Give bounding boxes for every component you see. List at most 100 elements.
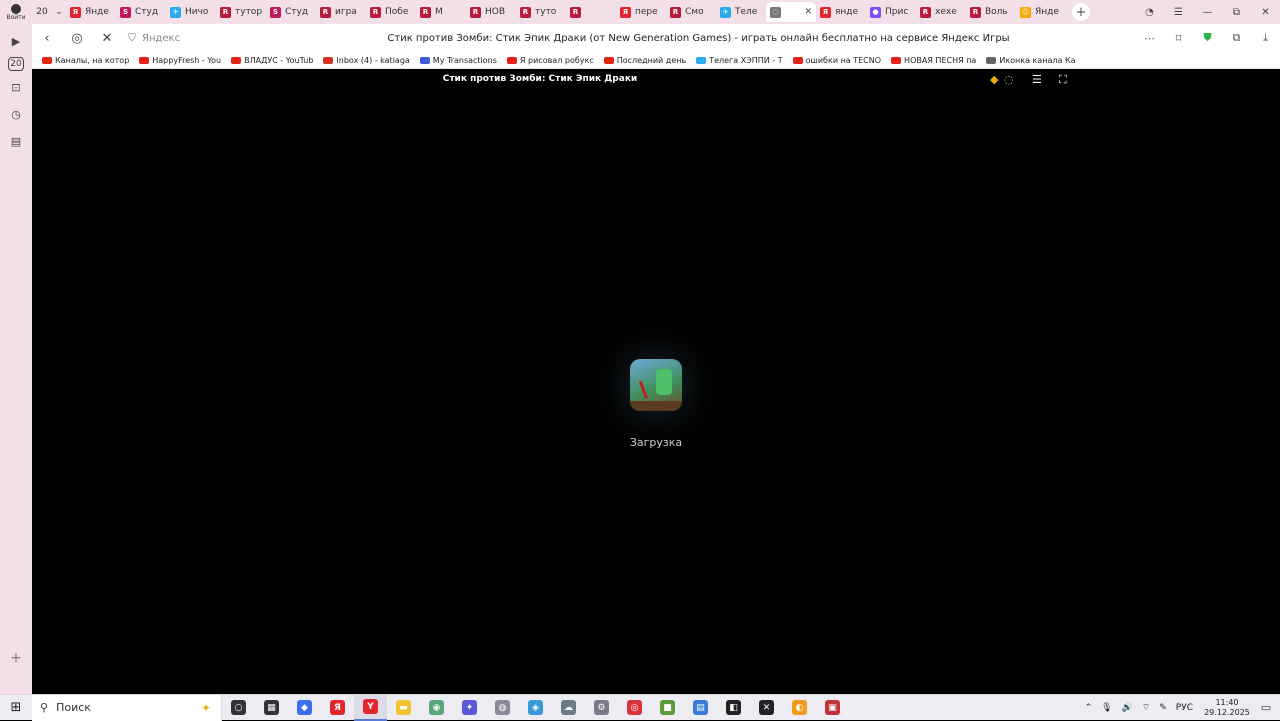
tab-label: пере — [635, 7, 658, 17]
taskbar-app-minecraft[interactable]: ■ — [651, 695, 684, 721]
bookmark-item[interactable]: Я рисовал робукс — [506, 56, 594, 65]
browser-tab[interactable]: S Студ — [116, 2, 166, 22]
taskbar-app-app-tools[interactable]: ⚙ — [585, 695, 618, 721]
browser-tab[interactable]: R Смо — [666, 2, 716, 22]
browser-tab[interactable]: ◌ ✕ — [766, 2, 816, 22]
start-button[interactable]: ⊞ — [0, 695, 32, 721]
taskbar-app-cortana[interactable]: ○ — [222, 695, 255, 721]
microphone-icon[interactable]: 🎙 — [1101, 703, 1112, 713]
tab-label: Студ — [135, 7, 159, 17]
site-icon[interactable]: ◎ — [62, 24, 92, 52]
browser-tab[interactable]: Япере — [616, 2, 666, 22]
restore-button[interactable]: ⧉ — [1222, 7, 1251, 18]
chevron-down-icon[interactable]: ⌄ — [52, 0, 66, 24]
download-icon[interactable]: ⤓ — [1251, 31, 1280, 45]
bookmark-item[interactable]: Последний день — [603, 56, 686, 65]
tabs-badge[interactable]: 20 — [8, 57, 24, 71]
taskbar-app-app-orange[interactable]: ◐ — [783, 695, 816, 721]
volume-icon[interactable]: 🔊 — [1122, 703, 1133, 713]
more-icon[interactable]: ⋯ — [1135, 32, 1164, 45]
bookmark-item[interactable]: Иконка канала Ка — [986, 56, 1076, 65]
collections-icon[interactable]: ⧉ — [1222, 31, 1251, 45]
tab-favicon-icon: R — [670, 6, 681, 18]
taskbar-app-yandex[interactable]: Я — [321, 695, 354, 721]
copilot-icon[interactable]: ✦ — [201, 701, 211, 715]
browser-tab[interactable]: R НОВ — [466, 2, 516, 22]
bookmark-item[interactable]: ошибки на ТЕСNО — [792, 56, 881, 65]
bookmark-label: Телега ХЭППИ - Т — [709, 55, 783, 65]
tab-label: Янде — [85, 7, 109, 17]
taskbar-app-app-cloud[interactable]: ☁ — [552, 695, 585, 721]
tab-count-badge[interactable]: 20 — [32, 0, 52, 24]
clock[interactable]: 11:40 29.12.2025 — [1202, 698, 1252, 718]
taskbar-app-app-gray[interactable]: ◍ — [486, 695, 519, 721]
profile-button[interactable]: Войти — [0, 0, 32, 24]
taskbar-app-explorer[interactable]: ▬ — [387, 695, 420, 721]
browser-tab[interactable]: RМ — [416, 2, 466, 22]
taskbar-app-app-blue[interactable]: ◆ — [288, 695, 321, 721]
browser-tab[interactable]: Яянде — [816, 2, 866, 22]
tab-label: Воль — [985, 7, 1008, 17]
add-panel-button[interactable]: + — [5, 650, 27, 666]
menu-icon[interactable]: ☰ — [1164, 7, 1193, 18]
yan-icon[interactable]: ◆ — [990, 73, 998, 86]
bookmark-item[interactable]: Каналы, на котор — [42, 56, 129, 65]
browser-tab[interactable]: ☺ Янде — [1016, 2, 1066, 22]
minimize-button[interactable]: — — [1193, 7, 1222, 18]
taskbar-search[interactable]: ⚲ Поиск ✦ — [32, 694, 222, 721]
chevron-up-icon[interactable]: ⌃ — [1085, 703, 1093, 713]
browser-tab[interactable]: Rхехе — [916, 2, 966, 22]
browser-tab[interactable]: S Студ — [266, 2, 316, 22]
language-indicator[interactable]: РУС — [1176, 703, 1193, 713]
stop-loading-button[interactable]: ✕ — [92, 24, 122, 52]
browser-tab[interactable]: Rтуто — [516, 2, 566, 22]
taskbar-app-roblox[interactable]: ◧ — [717, 695, 750, 721]
browser-tab[interactable]: ✈ Ничо — [166, 2, 216, 22]
taskbar-app-yandex-browser[interactable]: Y — [354, 694, 387, 721]
bookmark-icon[interactable]: ⌑ — [1164, 32, 1193, 45]
bookmark-item[interactable]: НОВАЯ ПЕСНЯ па — [891, 56, 976, 65]
game-menu-icon[interactable]: ☰ — [1032, 73, 1042, 86]
wifi-icon[interactable]: ⌔ — [1142, 702, 1150, 713]
back-button[interactable]: ‹ — [32, 24, 62, 52]
protect-icon[interactable]: ⛊ — [1193, 31, 1222, 45]
bookmark-item[interactable]: HappyFresh - You — [139, 56, 221, 65]
profile-icon[interactable]: ◔ — [1135, 7, 1164, 18]
url-host[interactable]: Яндекс — [142, 33, 262, 44]
new-tab-button[interactable]: + — [1072, 3, 1090, 21]
browser-tab[interactable]: R Побе — [366, 2, 416, 22]
taskbar-app-app-red[interactable]: ◎ — [618, 695, 651, 721]
fullscreen-icon[interactable]: ⛶ — [1059, 73, 1067, 87]
tab-favicon-icon: R — [920, 6, 931, 18]
bookmark-item[interactable]: Телега ХЭППИ - Т — [696, 55, 783, 65]
browser-tab[interactable]: Rигра — [316, 2, 366, 22]
taskbar-app-app-purple[interactable]: ✦ — [453, 695, 486, 721]
taskbar-app-task-view[interactable]: ▦ — [255, 695, 288, 721]
page-title[interactable]: Стик против Зомби: Стик Эпик Драки (от N… — [262, 33, 1135, 44]
browser-tab[interactable]: Я Янде — [66, 2, 116, 22]
shield-icon[interactable]: ⛉ — [122, 33, 142, 44]
game-area[interactable]: Стик против Зомби: Стик Эпик Драки ◆ ◌ ☰… — [32, 69, 1280, 694]
close-tab-icon[interactable]: ✕ — [804, 7, 812, 17]
bookmark-item[interactable]: Inbox (4) - katiaga — [323, 56, 410, 65]
bookmark-item[interactable]: ВЛАДУС - YouTub — [231, 56, 313, 65]
browser-tab[interactable]: Rтутор — [216, 2, 266, 22]
tab-list: Я Янде S Студ ✈ Ничо Rтутор S Студ Rигра R Побе R М R Н… — [66, 0, 1066, 24]
notifications-icon[interactable]: ▭ — [1252, 701, 1280, 714]
pen-icon[interactable]: ✎ — [1159, 703, 1167, 713]
play-icon[interactable]: ▶ — [5, 30, 27, 52]
notes-icon[interactable]: ▤ — [5, 130, 27, 152]
browser-tab[interactable]: R Воль — [966, 2, 1016, 22]
browser-tab[interactable]: ✈ Теле — [716, 2, 766, 22]
taskbar-app-app-game[interactable]: ▣ — [816, 695, 849, 721]
taskbar-app-app-x[interactable]: ✕ — [750, 695, 783, 721]
close-window-button[interactable]: ✕ — [1251, 7, 1280, 18]
screenshot-icon[interactable]: ⊡ — [5, 76, 27, 98]
taskbar-app-calculator[interactable]: ▤ — [684, 695, 717, 721]
taskbar-app-app-green[interactable]: ◉ — [420, 695, 453, 721]
bookmark-item[interactable]: My Transactions — [419, 56, 497, 65]
browser-tab[interactable]: R — [566, 2, 616, 22]
taskbar-app-app-drop[interactable]: ◈ — [519, 695, 552, 721]
history-icon[interactable]: ◷ — [5, 103, 27, 125]
browser-tab[interactable]: ● Прис — [866, 2, 916, 22]
